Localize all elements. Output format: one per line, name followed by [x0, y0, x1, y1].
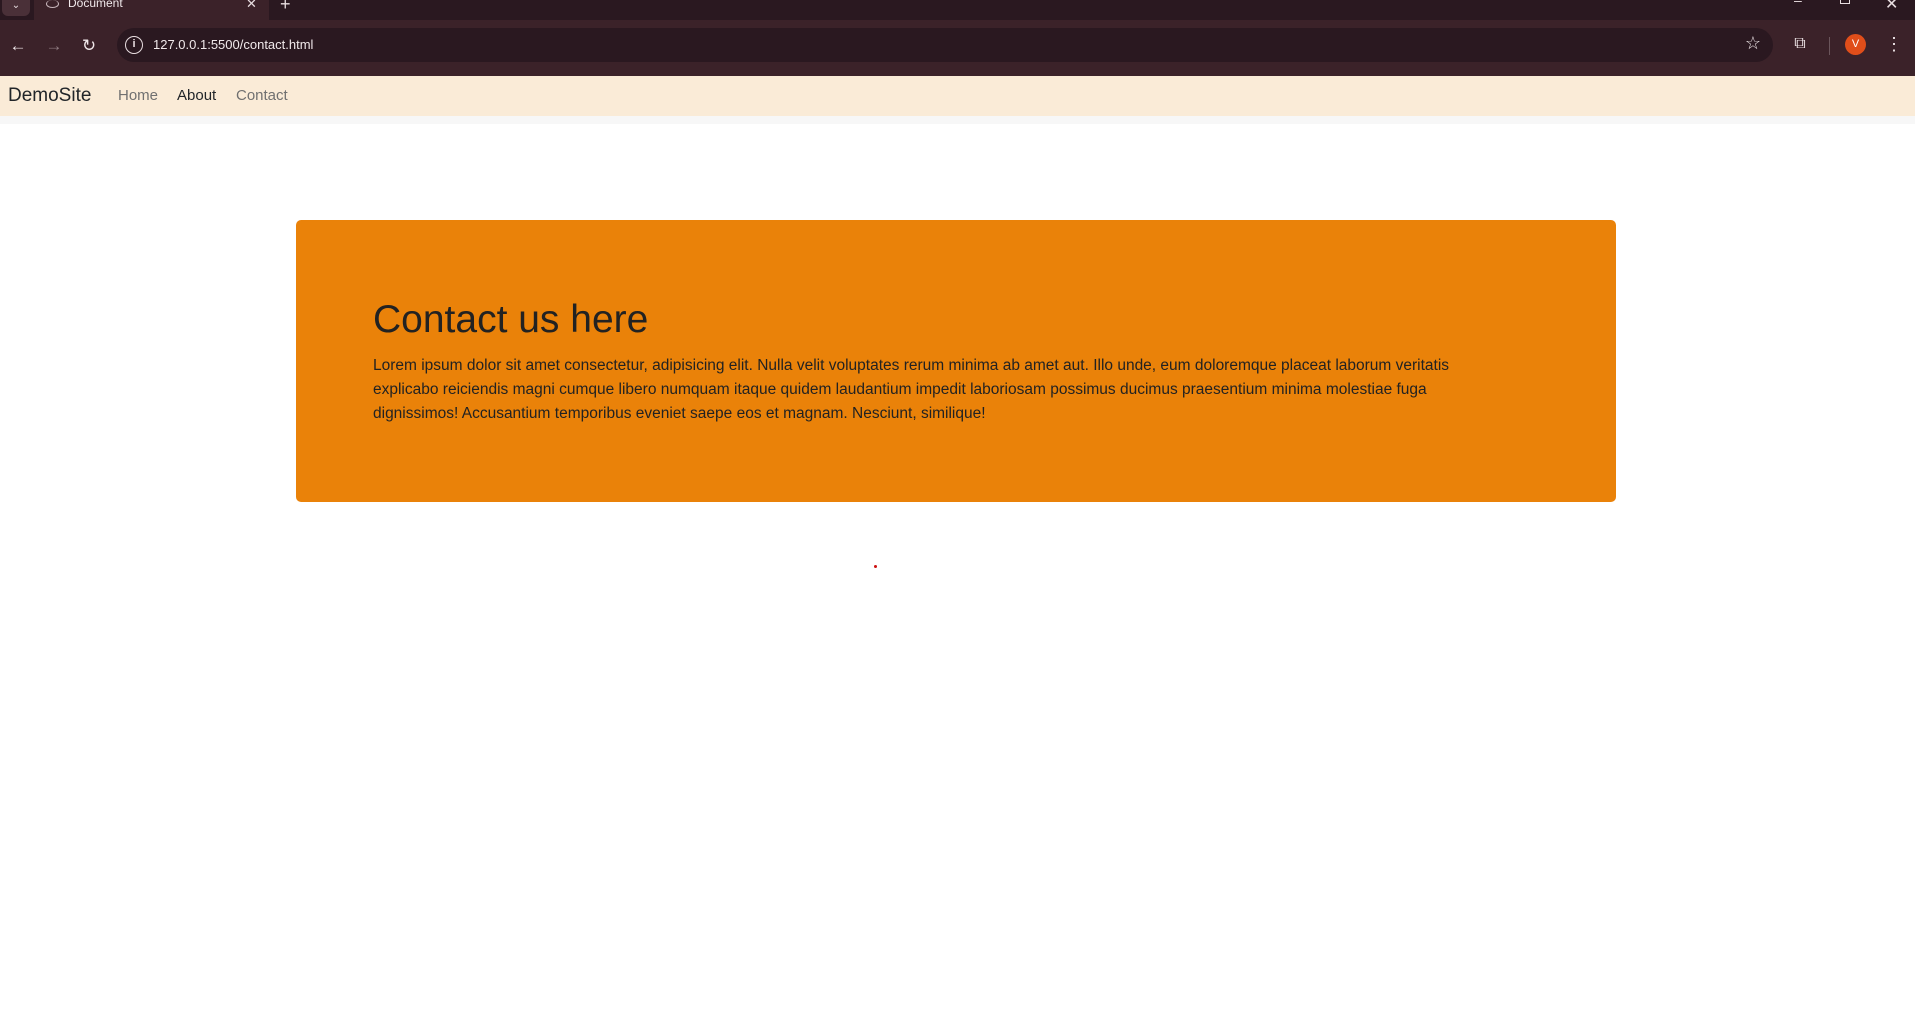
hero-title: Contact us here: [373, 298, 649, 341]
tab-document[interactable]: Document ✕: [34, 0, 269, 20]
tab-list-icon[interactable]: ⌄: [2, 0, 30, 16]
close-icon[interactable]: ✕: [246, 0, 257, 12]
site-info-icon[interactable]: i: [125, 36, 143, 54]
url-text[interactable]: 127.0.0.1:5500/contact.html: [153, 37, 313, 52]
reload-icon[interactable]: ↻: [75, 32, 103, 60]
plus-icon[interactable]: +: [280, 0, 291, 15]
globe-icon: [46, 0, 59, 8]
profile-avatar[interactable]: V: [1845, 34, 1866, 55]
tab-title: Document: [68, 0, 123, 10]
contact-hero: Contact us here Lorem ipsum dolor sit am…: [296, 220, 1616, 502]
navbar-underline: [0, 116, 1915, 124]
bookmark-star-icon[interactable]: ☆: [1745, 33, 1761, 54]
cursor-dot: [874, 565, 877, 568]
minimize-icon[interactable]: –: [1794, 0, 1802, 8]
tab-strip: ⌄ Document ✕ + – ✕: [0, 0, 1915, 20]
extensions-icon[interactable]: ⧉: [1790, 34, 1810, 54]
nav-link-contact[interactable]: Contact: [236, 87, 288, 104]
toolbar-divider: [1829, 37, 1830, 55]
window-close-icon[interactable]: ✕: [1885, 0, 1898, 14]
nav-link-home[interactable]: Home: [118, 87, 158, 104]
kebab-menu-icon[interactable]: ⋮: [1885, 32, 1903, 56]
back-arrow-icon[interactable]: ←: [4, 32, 32, 60]
site-navbar: DemoSite Home About Contact: [0, 76, 1915, 116]
maximize-icon[interactable]: [1840, 0, 1850, 4]
address-bar[interactable]: i 127.0.0.1:5500/contact.html ☆: [117, 28, 1773, 62]
forward-arrow-icon[interactable]: →: [40, 32, 68, 60]
browser-toolbar: ← → ↻ i 127.0.0.1:5500/contact.html ☆ ⧉ …: [0, 20, 1915, 76]
navbar-brand[interactable]: DemoSite: [8, 85, 91, 107]
nav-link-about[interactable]: About: [177, 87, 216, 104]
hero-text: Lorem ipsum dolor sit amet consectetur, …: [373, 357, 1450, 422]
